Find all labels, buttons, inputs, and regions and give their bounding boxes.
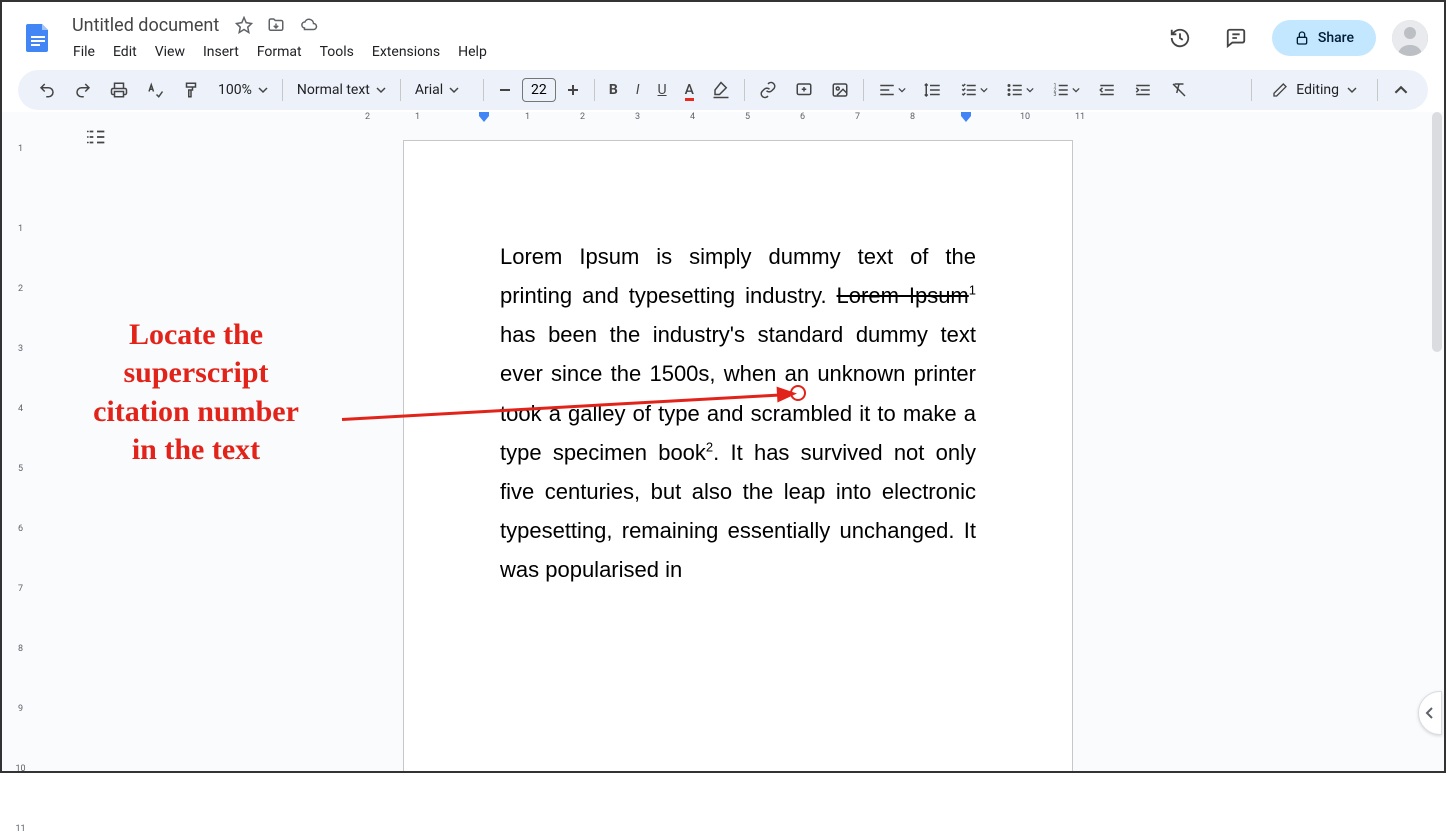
undo-button[interactable] bbox=[30, 75, 64, 105]
scrollbar-thumb[interactable] bbox=[1432, 112, 1442, 352]
italic-button[interactable]: I bbox=[628, 76, 648, 104]
menu-extensions[interactable]: Extensions bbox=[365, 40, 447, 64]
outline-button[interactable] bbox=[86, 126, 108, 148]
checklist-button[interactable] bbox=[952, 75, 996, 105]
horizontal-ruler[interactable]: 2 1 1 2 3 4 5 6 7 8 9 10 11 bbox=[385, 112, 1065, 128]
vertical-ruler[interactable]: 1 1 2 3 4 5 6 7 8 9 10 11 bbox=[2, 112, 40, 771]
print-button[interactable] bbox=[102, 75, 136, 105]
increase-indent-button[interactable] bbox=[1126, 75, 1160, 105]
lock-icon bbox=[1294, 30, 1310, 46]
font-size-input[interactable]: 22 bbox=[522, 78, 556, 102]
redo-button[interactable] bbox=[66, 75, 100, 105]
history-icon[interactable] bbox=[1160, 18, 1200, 58]
svg-text:3: 3 bbox=[1053, 92, 1056, 98]
move-icon[interactable] bbox=[267, 16, 285, 34]
numbered-list-button[interactable]: 123 bbox=[1044, 75, 1088, 105]
bold-button[interactable]: B bbox=[601, 76, 626, 104]
clear-format-button[interactable] bbox=[1162, 75, 1196, 105]
docs-logo[interactable] bbox=[18, 18, 58, 58]
text-color-button[interactable]: A bbox=[677, 76, 702, 104]
star-icon[interactable] bbox=[235, 16, 253, 34]
menu-tools[interactable]: Tools bbox=[313, 40, 361, 64]
document-page[interactable]: Lorem Ipsum is simply dummy text of the … bbox=[403, 140, 1073, 771]
menu-insert[interactable]: Insert bbox=[196, 40, 246, 64]
font-select[interactable]: Arial bbox=[407, 78, 477, 102]
doc-title[interactable]: Untitled document bbox=[66, 13, 225, 38]
underline-button[interactable]: U bbox=[650, 76, 675, 104]
decrease-indent-button[interactable] bbox=[1090, 75, 1124, 105]
right-indent-marker[interactable] bbox=[961, 112, 971, 124]
share-button[interactable]: Share bbox=[1272, 20, 1376, 56]
header: Untitled document File Edit View Insert … bbox=[2, 2, 1444, 66]
menu-view[interactable]: View bbox=[148, 40, 192, 64]
increase-font-button[interactable] bbox=[558, 77, 588, 103]
footnote-ref-1[interactable]: 1 bbox=[969, 283, 976, 298]
avatar[interactable] bbox=[1392, 20, 1428, 56]
doc-container: 1 1 2 3 4 5 6 7 8 9 10 11 2 1 1 2 bbox=[2, 112, 1444, 771]
align-button[interactable] bbox=[870, 75, 914, 105]
toolbar: 100% Normal text Arial 22 B I U A 123 bbox=[18, 70, 1428, 110]
bullet-list-button[interactable] bbox=[998, 75, 1042, 105]
link-button[interactable] bbox=[751, 75, 785, 105]
paint-format-button[interactable] bbox=[174, 75, 208, 105]
editing-mode-button[interactable]: Editing bbox=[1260, 76, 1369, 104]
document-body[interactable]: Lorem Ipsum is simply dummy text of the … bbox=[500, 237, 976, 589]
pencil-icon bbox=[1272, 82, 1288, 98]
highlight-button[interactable] bbox=[704, 75, 738, 105]
left-indent-marker[interactable] bbox=[479, 112, 489, 124]
collapse-toolbar-button[interactable] bbox=[1386, 77, 1416, 103]
menu-format[interactable]: Format bbox=[250, 40, 309, 64]
menu-help[interactable]: Help bbox=[451, 40, 494, 64]
spellcheck-button[interactable] bbox=[138, 75, 172, 105]
chevron-down-icon bbox=[258, 85, 268, 95]
chevron-down-icon bbox=[449, 85, 459, 95]
menu-edit[interactable]: Edit bbox=[106, 40, 144, 64]
chevron-down-icon bbox=[376, 85, 386, 95]
insert-image-button[interactable] bbox=[823, 75, 857, 105]
zoom-select[interactable]: 100% bbox=[210, 78, 276, 102]
add-comment-button[interactable] bbox=[787, 75, 821, 105]
cloud-icon[interactable] bbox=[299, 16, 319, 34]
chevron-down-icon bbox=[1347, 85, 1357, 95]
menu-file[interactable]: File bbox=[66, 40, 102, 64]
styles-select[interactable]: Normal text bbox=[289, 78, 394, 102]
share-label: Share bbox=[1318, 30, 1354, 46]
line-spacing-button[interactable] bbox=[916, 75, 950, 105]
comments-icon[interactable] bbox=[1216, 18, 1256, 58]
menu-bar: File Edit View Insert Format Tools Exten… bbox=[66, 40, 1160, 64]
decrease-font-button[interactable] bbox=[490, 77, 520, 103]
strikethrough-text: Lorem Ipsum bbox=[837, 283, 969, 308]
